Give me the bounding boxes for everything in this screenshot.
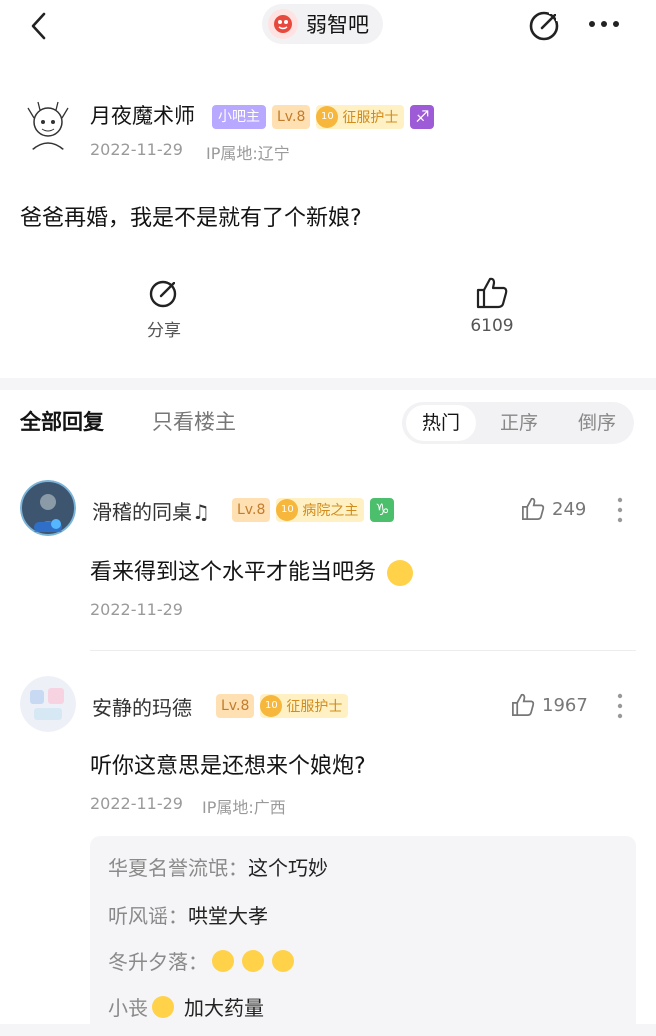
level-badge: Lv.8 (232, 498, 271, 522)
sad-emoji-icon (152, 995, 174, 1018)
level-badge: Lv.8 (272, 105, 311, 129)
zodiac-icon: ♑ (370, 498, 395, 522)
reply-like-button[interactable]: 1967 (510, 692, 588, 718)
original-post: 月夜魔术师 小吧主 Lv.8 10 征服护士 ♐ 2022-11-29 IP属地… (0, 56, 656, 378)
back-arrow-icon[interactable] (24, 10, 56, 42)
smile-emoji-icon (212, 949, 234, 972)
sort-asc[interactable]: 正序 (484, 405, 554, 441)
post-content: 爸爸再婚，我是不是就有了个新娘? (20, 206, 362, 231)
sort-hot[interactable]: 热门 (406, 405, 476, 441)
sub-reply-author[interactable]: 听风谣： (108, 900, 188, 929)
sub-replies[interactable]: 华夏名誉流氓： 这个巧妙 听风谣： 哄堂大孝 冬升夕落： 小丧 加大药量 (90, 836, 636, 1036)
reply-list: 滑稽的同桌♫ Lv.8 10 病院之主 ♑ 249 看来得到这个水平才能当吧务 … (0, 456, 656, 1036)
zodiac-icon: ♐ (410, 105, 435, 129)
reply-like-count: 249 (552, 498, 587, 520)
share-button[interactable]: 分享 (124, 276, 204, 341)
reply-like-count: 1967 (542, 694, 588, 716)
reply-badges: Lv.8 10 病院之主 ♑ (232, 498, 395, 522)
more-icon[interactable] (584, 8, 624, 40)
reply-more-icon[interactable] (616, 496, 624, 524)
forum-pill[interactable]: 弱智吧 (262, 4, 383, 44)
tab-all-replies[interactable]: 全部回复 (20, 406, 104, 436)
smile-emoji-icon (242, 949, 264, 972)
sub-reply-author[interactable]: 小丧 (108, 992, 148, 1021)
forum-name: 弱智吧 (306, 13, 369, 37)
title-badge-text: 病院之主 (302, 503, 359, 519)
reply-more-icon[interactable] (616, 692, 624, 720)
reply-text: 看来得到这个水平才能当吧务 (90, 560, 377, 585)
forum-avatar-icon (268, 9, 298, 39)
share-icon[interactable] (526, 6, 564, 44)
sub-reply-text: 哄堂大孝 (188, 904, 268, 928)
smile-emoji-icon (387, 560, 414, 586)
reply-author[interactable]: 安静的玛德 (92, 692, 192, 721)
reply-content: 看来得到这个水平才能当吧务 (90, 554, 417, 586)
divider (90, 650, 636, 651)
share-icon (149, 278, 179, 308)
post-ip: IP属地:辽宁 (206, 144, 290, 163)
sub-reply-author[interactable]: 冬升夕落： (108, 946, 208, 975)
title-badge-number: 10 (316, 106, 339, 128)
title-badge-text: 征服护士 (342, 110, 399, 126)
replies-header: 全部回复 只看楼主 热门 正序 倒序 (0, 390, 656, 456)
reply-date: 2022-11-29 (90, 794, 183, 813)
author-avatar[interactable] (20, 98, 76, 154)
post-date: 2022-11-29 (90, 140, 183, 159)
level-badge: Lv.8 (216, 694, 255, 718)
sort-desc[interactable]: 倒序 (562, 405, 632, 441)
sub-reply: 小丧 加大药量 (108, 992, 264, 1021)
title-badge-number: 10 (276, 499, 299, 521)
reply-content: 听你这意思是还想来个娘炮? (90, 754, 366, 779)
sub-reply: 华夏名誉流氓： 这个巧妙 (108, 852, 328, 881)
sub-reply: 听风谣： 哄堂大孝 (108, 900, 268, 929)
like-count: 6109 (470, 316, 514, 336)
title-badge-number: 10 (260, 695, 283, 717)
like-button[interactable]: 6109 (452, 276, 532, 336)
sub-reply: 冬升夕落： (108, 946, 298, 975)
sub-reply-text: 加大药量 (184, 996, 264, 1020)
reply-like-button[interactable]: 249 (520, 496, 586, 522)
reply-ip: IP属地:广西 (202, 798, 286, 817)
sub-reply-text: 这个巧妙 (248, 856, 328, 880)
reply-avatar[interactable] (20, 676, 76, 732)
reply-avatar[interactable] (20, 480, 76, 536)
reply-date: 2022-11-29 (90, 600, 183, 619)
smile-emoji-icon (272, 949, 294, 972)
author-badges: 小吧主 Lv.8 10 征服护士 ♐ (212, 105, 435, 129)
share-label: 分享 (147, 321, 181, 341)
thumbs-up-icon (476, 277, 508, 309)
author-name[interactable]: 月夜魔术师 (90, 100, 195, 130)
owner-badge: 小吧主 (212, 105, 266, 129)
title-badge: 10 征服护士 (316, 105, 405, 129)
tab-op-only[interactable]: 只看楼主 (152, 406, 236, 436)
thumbs-up-icon (522, 497, 545, 520)
title-badge-text: 征服护士 (286, 699, 343, 715)
sort-toggle: 热门 正序 倒序 (402, 402, 634, 444)
top-bar: 弱智吧 (0, 0, 656, 56)
title-badge: 10 征服护士 (260, 694, 349, 718)
sub-reply-author[interactable]: 华夏名誉流氓： (108, 852, 248, 881)
reply-author[interactable]: 滑稽的同桌♫ (92, 496, 210, 525)
reply-badges: Lv.8 10 征服护士 (216, 694, 349, 718)
title-badge: 10 病院之主 (276, 498, 365, 522)
thumbs-up-icon (512, 693, 535, 716)
